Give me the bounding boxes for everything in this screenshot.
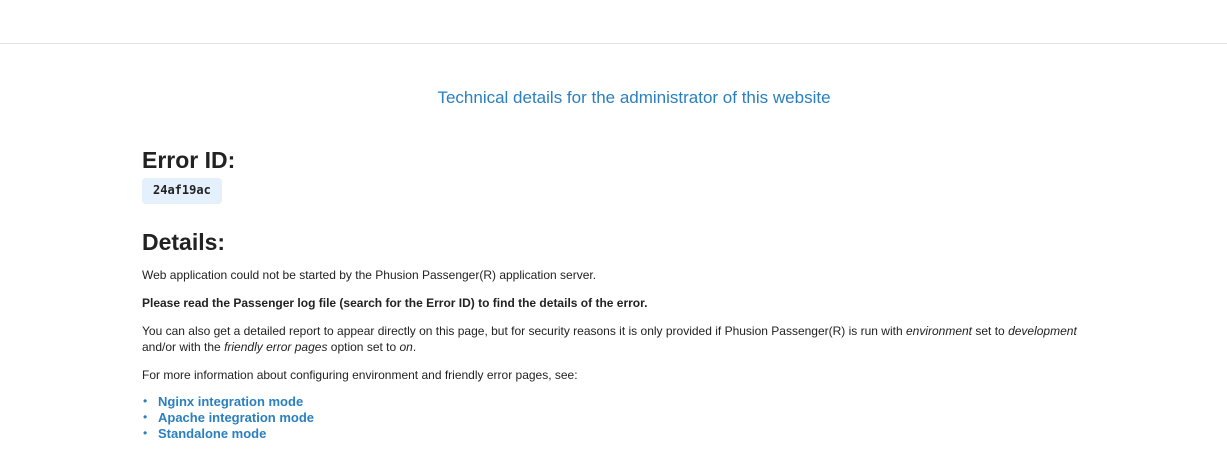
error-id-heading: Error ID:: [142, 147, 236, 173]
top-bar: [0, 0, 1227, 44]
security-note-text: .: [412, 340, 417, 354]
list-item: Apache integration mode: [143, 410, 1092, 426]
details-paragraph-log-instruction: Please read the Passenger log file (sear…: [142, 296, 648, 310]
apache-integration-link[interactable]: Apache integration mode: [158, 410, 314, 425]
list-item: Standalone mode: [143, 426, 1092, 442]
security-note-em-development: development: [1008, 324, 1077, 338]
main-content: Error ID: 24af19ac Details: Web applicat…: [142, 146, 1092, 442]
technical-details-link[interactable]: Technical details for the administrator …: [0, 88, 1227, 108]
integration-links-list: Nginx integration mode Apache integratio…: [142, 394, 1092, 442]
security-note-em-environment: environment: [905, 324, 973, 338]
security-note-em-on: on: [399, 340, 413, 354]
details-paragraph-more-info: For more information about configuring e…: [142, 368, 578, 382]
security-note-text: and/or with the: [142, 340, 225, 354]
security-note-em-friendly-error-pages: friendly error pages: [224, 340, 328, 354]
nginx-integration-link[interactable]: Nginx integration mode: [158, 394, 303, 409]
details-heading: Details:: [142, 229, 226, 255]
security-note-text: option set to: [327, 340, 400, 354]
details-paragraph-startup-failure: Web application could not be started by …: [142, 268, 597, 282]
security-note-text: set to: [972, 324, 1009, 338]
security-note-text: You can also get a detailed report to ap…: [142, 324, 906, 338]
list-item: Nginx integration mode: [143, 394, 1092, 410]
details-paragraph-security-note: You can also get a detailed report to ap…: [142, 323, 1092, 355]
error-id-value: 24af19ac: [142, 178, 222, 204]
standalone-mode-link[interactable]: Standalone mode: [158, 426, 266, 441]
